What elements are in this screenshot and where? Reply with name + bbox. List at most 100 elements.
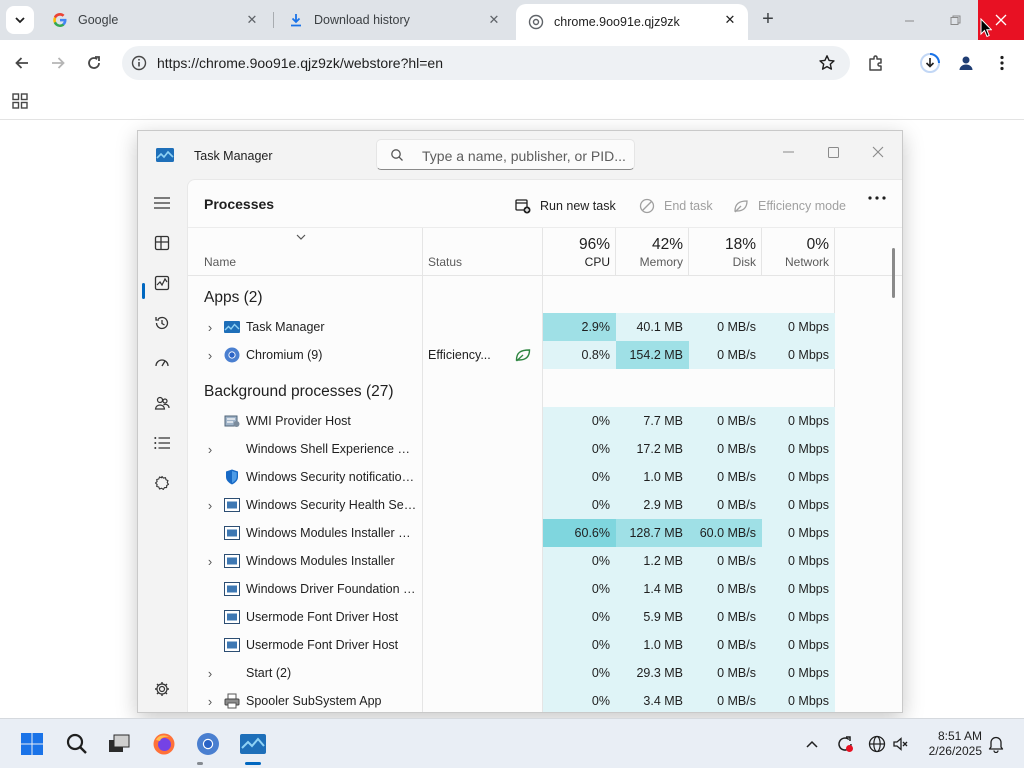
process-memory: 3.4 MB <box>616 687 689 712</box>
chrome-menu-button[interactable] <box>990 51 1014 75</box>
process-disk: 0 MB/s <box>689 659 762 687</box>
reload-button[interactable] <box>82 51 106 75</box>
search-button[interactable] <box>61 728 93 760</box>
table-row[interactable]: Usermode Font Driver Host 0% 5.9 MB 0 MB… <box>188 603 902 631</box>
network-tray-button[interactable] <box>867 734 887 754</box>
tab-google[interactable]: Google ✕ <box>40 4 270 36</box>
site-info-icon[interactable] <box>130 54 148 72</box>
table-row[interactable]: › Chromium (9) Efficiency... 0.8% 154.2 … <box>188 341 902 369</box>
address-bar[interactable]: https://chrome.9oo91e.qjz9zk/webstore?hl… <box>122 46 850 80</box>
chevron-right-icon[interactable]: › <box>204 694 216 709</box>
table-row[interactable]: › Windows Shell Experience Host 0% 17.2 … <box>188 435 902 463</box>
notifications-button[interactable] <box>986 734 1006 754</box>
nav-processes[interactable] <box>148 229 176 257</box>
nav-performance[interactable] <box>148 269 176 297</box>
minimize-button[interactable] <box>886 0 932 40</box>
vertical-scrollbar[interactable] <box>892 248 895 298</box>
active-indicator <box>245 762 261 765</box>
history-icon <box>155 316 169 330</box>
tab-webstore[interactable]: chrome.9oo91e.qjz9zk ✕ <box>516 4 748 40</box>
taskbar-firefox[interactable] <box>148 728 180 760</box>
column-memory[interactable]: 42% Memory <box>616 228 689 276</box>
process-table-header: Name Status 96% CPU 42% Memory 18% Disk … <box>188 228 902 276</box>
process-disk: 0 MB/s <box>689 341 762 369</box>
tm-minimize-button[interactable] <box>766 137 810 167</box>
tm-maximize-button[interactable] <box>811 137 855 167</box>
show-hidden-icons-button[interactable] <box>802 734 822 754</box>
tab-close-icon[interactable]: ✕ <box>722 12 738 28</box>
chevron-right-icon[interactable]: › <box>204 320 216 335</box>
tab-title: chrome.9oo91e.qjz9zk <box>554 15 680 29</box>
chevron-right-icon[interactable]: › <box>204 348 216 363</box>
running-indicator <box>197 762 203 765</box>
run-new-task-icon <box>514 197 532 215</box>
tab-close-icon[interactable]: ✕ <box>486 12 502 28</box>
tab-download-history[interactable]: Download history ✕ <box>276 4 512 36</box>
service-icon <box>224 609 240 625</box>
end-task-button[interactable]: End task <box>638 197 713 215</box>
nav-services[interactable] <box>148 469 176 497</box>
taskbar-chromium[interactable] <box>192 728 224 760</box>
chevron-right-icon[interactable]: › <box>204 554 216 569</box>
process-search-input[interactable]: Type a name, publisher, or PID... <box>376 139 635 170</box>
table-row[interactable]: Windows Driver Foundation - User-mode Dr… <box>188 575 902 603</box>
url-text[interactable]: https://chrome.9oo91e.qjz9zk/webstore?hl… <box>157 55 443 71</box>
efficiency-mode-button[interactable]: Efficiency mode <box>732 197 846 215</box>
column-network[interactable]: 0% Network <box>762 228 835 276</box>
bell-icon <box>988 736 1004 753</box>
task-view-button[interactable] <box>103 728 135 760</box>
column-divider <box>688 228 689 276</box>
taskbar-clock[interactable]: 8:51 AM 2/26/2025 <box>912 729 982 759</box>
table-row[interactable]: › Spooler SubSystem App 0% 3.4 MB 0 MB/s… <box>188 687 902 712</box>
process-disk: 0 MB/s <box>689 435 762 463</box>
chevron-right-icon[interactable]: › <box>204 498 216 513</box>
table-row[interactable]: WMI Provider Host 0% 7.7 MB 0 MB/s 0 Mbp… <box>188 407 902 435</box>
table-row[interactable]: Usermode Font Driver Host 0% 1.0 MB 0 MB… <box>188 631 902 659</box>
table-row[interactable]: › Task Manager 2.9% 40.1 MB 0 MB/s 0 Mbp… <box>188 313 902 341</box>
more-options-button[interactable] <box>868 196 888 212</box>
nav-startup-apps[interactable] <box>148 349 176 377</box>
start-button[interactable] <box>16 728 48 760</box>
table-row[interactable]: › Windows Modules Installer 0% 1.2 MB 0 … <box>188 547 902 575</box>
chevron-up-icon <box>806 740 818 748</box>
table-row[interactable]: Windows Modules Installer Worker 60.6% 1… <box>188 519 902 547</box>
process-network: 0 Mbps <box>762 687 835 712</box>
nav-users[interactable] <box>148 389 176 417</box>
nav-details[interactable] <box>148 429 176 457</box>
hamburger-menu-button[interactable] <box>148 189 176 217</box>
chevron-right-icon[interactable]: › <box>204 442 216 457</box>
table-row[interactable]: Windows Security notification icon 0% 1.… <box>188 463 902 491</box>
profile-button[interactable] <box>954 51 978 75</box>
tab-close-icon[interactable]: ✕ <box>244 12 260 28</box>
speaker-muted-icon <box>893 737 908 751</box>
chevron-right-icon[interactable]: › <box>204 666 216 681</box>
taskbar-task-manager[interactable] <box>237 728 269 760</box>
column-status[interactable]: Status <box>423 228 542 276</box>
nav-app-history[interactable] <box>148 309 176 337</box>
table-row[interactable]: › Windows Security Health Service 0% 2.9… <box>188 491 902 519</box>
group-header-background: Background processes (27) <box>204 383 394 400</box>
apps-grid-icon[interactable] <box>12 93 28 109</box>
tm-close-button[interactable] <box>856 137 900 167</box>
downloads-button[interactable] <box>918 51 942 75</box>
tab-search-button[interactable] <box>6 6 34 34</box>
column-name[interactable]: Name <box>188 228 422 276</box>
column-network-label: Network <box>784 255 829 269</box>
forward-button[interactable] <box>46 51 70 75</box>
task-manager-title-bar[interactable]: Task Manager Type a name, publisher, or … <box>138 131 902 179</box>
nav-settings[interactable] <box>148 675 176 703</box>
back-button[interactable] <box>10 51 34 75</box>
extensions-button[interactable] <box>864 51 888 75</box>
volume-tray-button[interactable] <box>891 734 911 754</box>
column-cpu[interactable]: 96% CPU <box>543 228 616 276</box>
ellipsis-icon <box>868 196 886 200</box>
new-tab-button[interactable]: + <box>757 9 779 31</box>
restore-button[interactable] <box>932 0 978 40</box>
table-row[interactable]: › Start (2) 0% 29.3 MB 0 MB/s 0 Mbps <box>188 659 902 687</box>
update-tray-button[interactable] <box>835 734 855 754</box>
bookmark-star-icon[interactable] <box>818 54 836 72</box>
run-new-task-button[interactable]: Run new task <box>514 197 616 215</box>
process-name: Chromium (9) <box>246 348 323 362</box>
column-disk[interactable]: 18% Disk <box>689 228 762 276</box>
memory-total-percent: 42% <box>651 236 683 253</box>
